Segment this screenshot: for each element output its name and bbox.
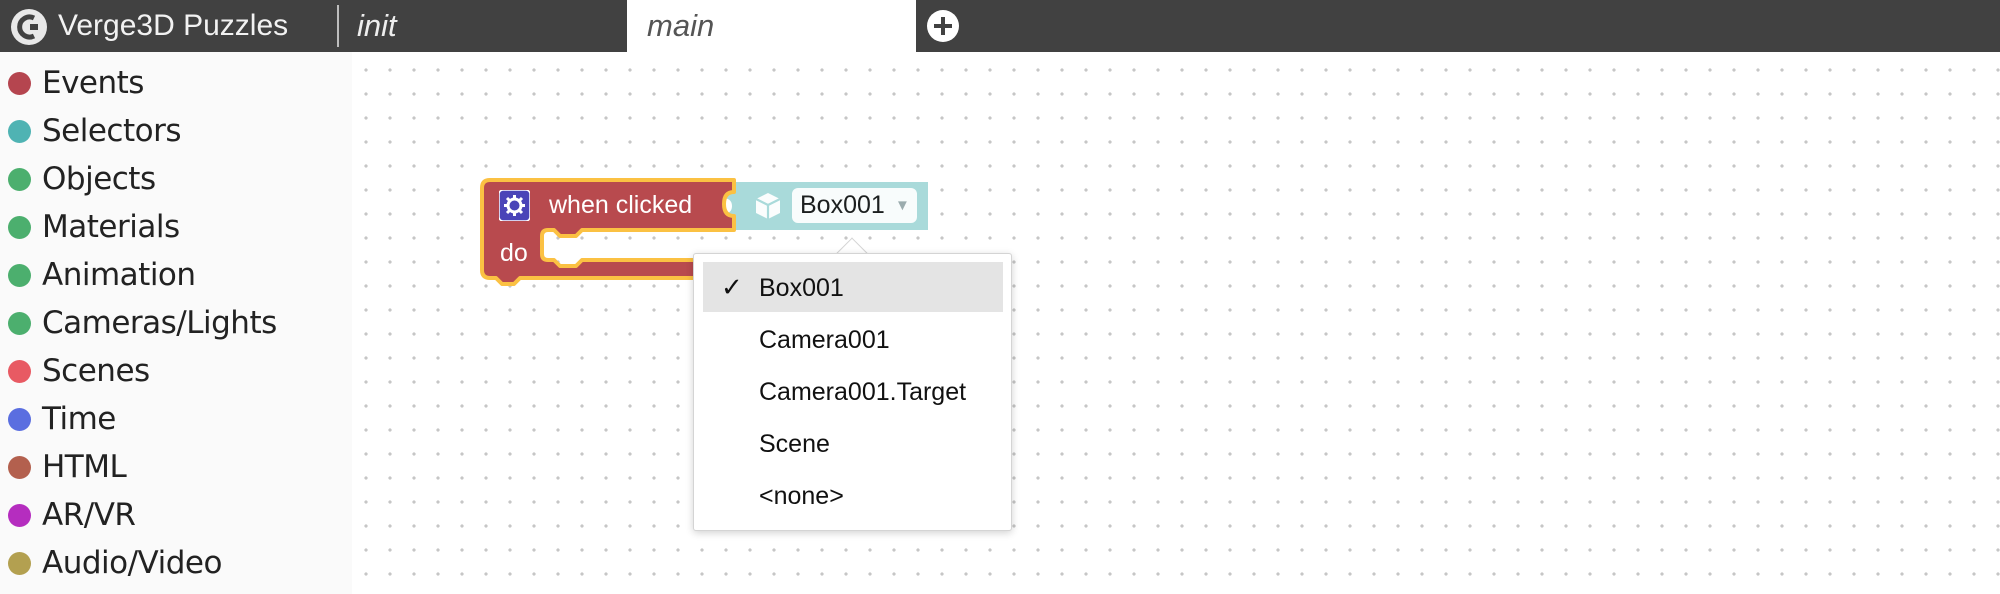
category-label: Time bbox=[42, 401, 116, 437]
category-color-dot bbox=[8, 119, 31, 143]
category-label: Audio/Video bbox=[42, 545, 222, 581]
category-color-dot bbox=[8, 503, 31, 527]
category-audio-video[interactable]: Audio/Video bbox=[0, 539, 352, 587]
puzzle-workspace[interactable] bbox=[352, 52, 2000, 594]
category-color-dot bbox=[8, 455, 31, 479]
category-color-dot bbox=[8, 311, 31, 335]
when-clicked-label: when clicked bbox=[549, 191, 693, 219]
dropdown-arrow-icon: ▼ bbox=[895, 197, 910, 214]
category-color-dot bbox=[8, 263, 31, 287]
dropdown-item-label: <none> bbox=[759, 482, 844, 510]
category-html[interactable]: HTML bbox=[0, 443, 352, 491]
category-label: Events bbox=[42, 65, 144, 101]
category-events[interactable]: Events bbox=[0, 59, 352, 107]
gear-icon[interactable] bbox=[499, 190, 530, 221]
category-materials[interactable]: Materials bbox=[0, 203, 352, 251]
verge3d-logo-icon[interactable] bbox=[10, 8, 48, 46]
category-color-dot bbox=[8, 215, 31, 239]
category-label: HTML bbox=[42, 449, 127, 485]
category-label: Animation bbox=[42, 257, 196, 293]
category-animation[interactable]: Animation bbox=[0, 251, 352, 299]
category-color-dot bbox=[8, 551, 31, 575]
object-cube-icon bbox=[755, 193, 781, 219]
top-bar: Verge3D Puzzles init main bbox=[0, 0, 2000, 52]
category-time[interactable]: Time bbox=[0, 395, 352, 443]
dropdown-item-scene[interactable]: Scene bbox=[703, 418, 1003, 468]
dropdown-item-label: Box001 bbox=[759, 274, 844, 302]
dropdown-item-camera001-target[interactable]: Camera001.Target bbox=[703, 366, 1003, 416]
app-title: Verge3D Puzzles bbox=[58, 9, 289, 42]
dropdown-item-label: Scene bbox=[759, 430, 830, 458]
category-label: Scenes bbox=[42, 353, 150, 389]
category-objects[interactable]: Objects bbox=[0, 155, 352, 203]
category-label: Selectors bbox=[42, 113, 182, 149]
object-dropdown-field[interactable]: Box001 ▼ bbox=[792, 188, 917, 223]
object-dropdown-menu: ✓ Box001 Camera001 Camera001.Target Scen… bbox=[693, 253, 1012, 531]
dropdown-item-label: Camera001.Target bbox=[759, 378, 967, 406]
category-color-dot bbox=[8, 71, 31, 95]
dropdown-item-box001[interactable]: ✓ Box001 bbox=[703, 262, 1003, 312]
dropdown-item-camera001[interactable]: Camera001 bbox=[703, 314, 1003, 364]
tab-main[interactable]: main bbox=[627, 0, 916, 52]
category-scenes[interactable]: Scenes bbox=[0, 347, 352, 395]
checkmark-icon: ✓ bbox=[721, 272, 743, 302]
object-field-value: Box001 bbox=[800, 191, 885, 219]
category-color-dot bbox=[8, 167, 31, 191]
category-label: Materials bbox=[42, 209, 180, 245]
category-label: Objects bbox=[42, 161, 156, 197]
dropdown-item-label: Camera001 bbox=[759, 326, 890, 354]
category-color-dot bbox=[8, 407, 31, 431]
puzzle-categories-sidebar: Events Selectors Objects Materials Anima… bbox=[0, 52, 352, 594]
dropdown-item-none[interactable]: <none> bbox=[703, 470, 1003, 520]
category-selectors[interactable]: Selectors bbox=[0, 107, 352, 155]
category-ar-vr[interactable]: AR/VR bbox=[0, 491, 352, 539]
add-tab-icon[interactable] bbox=[926, 9, 960, 43]
tab-init[interactable]: init bbox=[337, 0, 627, 52]
category-label: Cameras/Lights bbox=[42, 305, 277, 341]
category-cameras-lights[interactable]: Cameras/Lights bbox=[0, 299, 352, 347]
category-color-dot bbox=[8, 359, 31, 383]
category-label: AR/VR bbox=[42, 497, 136, 533]
do-label: do bbox=[500, 239, 528, 267]
